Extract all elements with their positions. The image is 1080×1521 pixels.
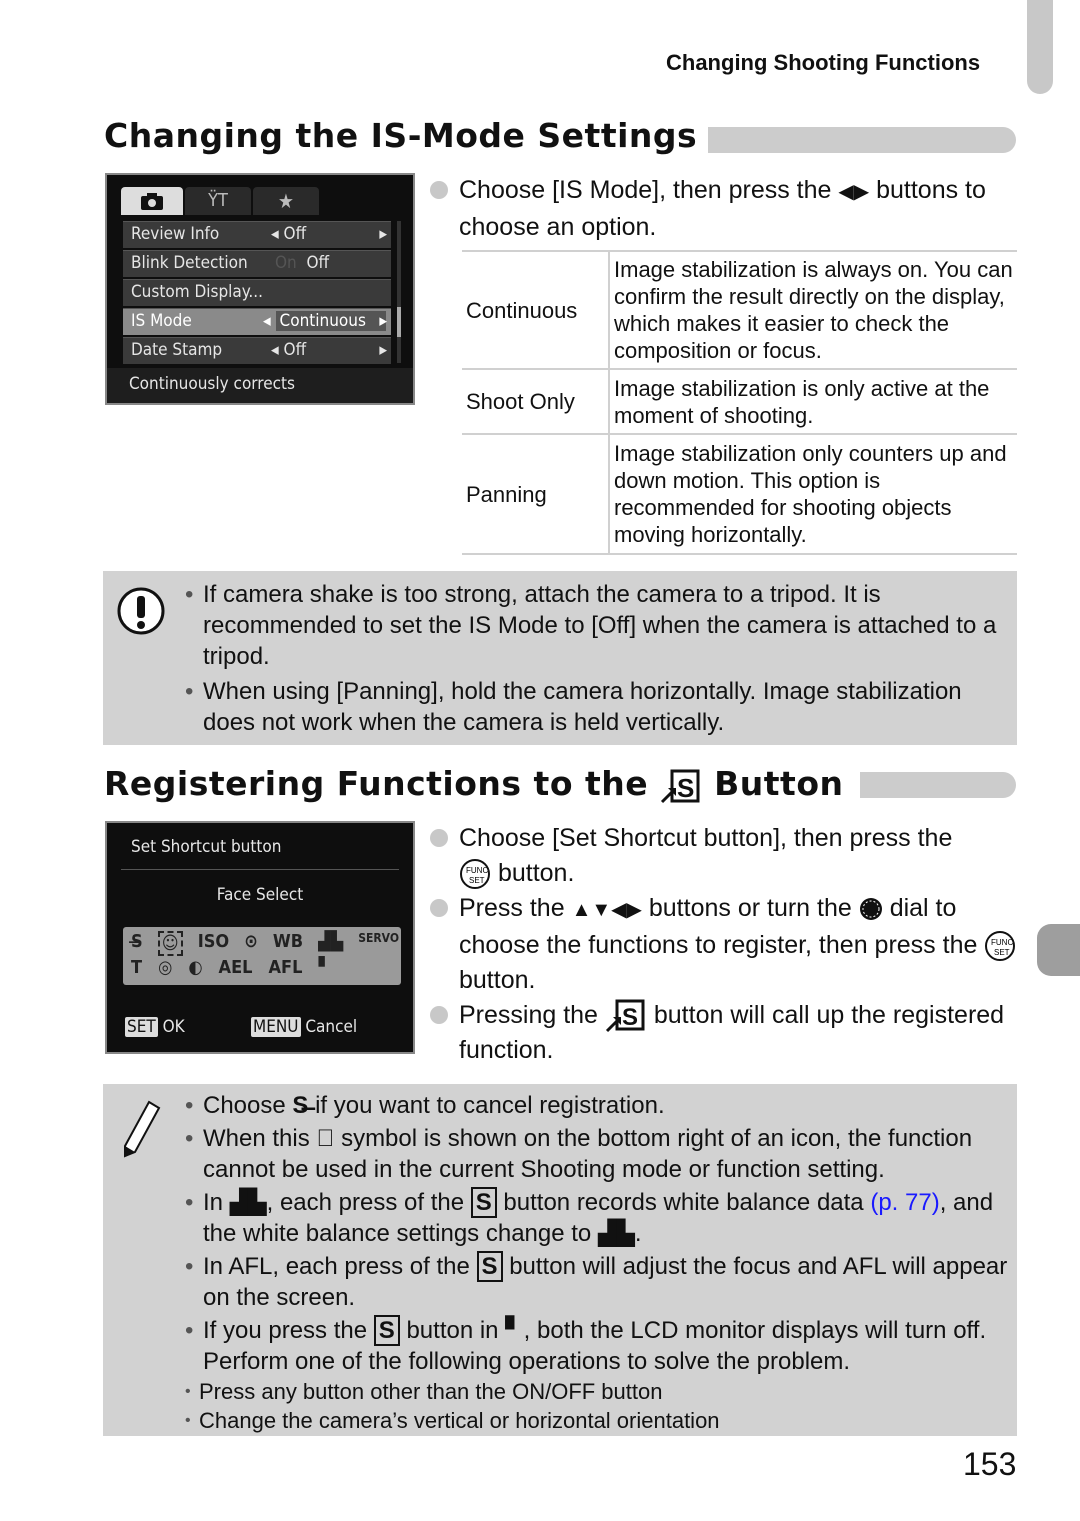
table-row: Panning Image stabilization only counters… xyxy=(462,433,1017,555)
memo-subitem: Change the camera’s vertical or horizont… xyxy=(183,1406,1013,1435)
menu-row-blink-detection: Blink Detection On Off xyxy=(123,250,391,277)
selected-function-label: Face Select xyxy=(216,885,304,905)
cancel-hint: MENU Cancel xyxy=(251,1017,358,1037)
menu-row-custom-display: Custom Display... xyxy=(123,279,391,306)
page-number: 153 xyxy=(963,1446,1017,1482)
step-bullet xyxy=(430,181,448,199)
svg-text:SET: SET xyxy=(994,948,1010,957)
ael-icon: AEL xyxy=(218,957,253,978)
camera-menu-screenshot: ΫT ★ Review Info ◂ Off ▸ Blink Detection On… xyxy=(105,173,415,405)
face-select-icon: ☺ xyxy=(157,931,183,956)
red-eye-icon: ◎ xyxy=(158,957,173,978)
running-header: Changing Shooting Functions xyxy=(666,50,981,75)
caution-item: When using [Panning], hold the camera ho… xyxy=(183,676,1003,738)
cancel-shortcut-icon: S̶ xyxy=(292,1092,309,1119)
caution-box: If camera shake is too strong, attach th… xyxy=(103,571,1017,745)
display-off-icon: ▘ xyxy=(318,957,331,978)
afl-icon: AFL xyxy=(268,957,303,978)
memo-item: In AFL, each press of the S button will … xyxy=(183,1251,1013,1313)
iso-icon: ISO xyxy=(197,931,230,952)
divider xyxy=(121,869,399,870)
tools-icon: ΫT xyxy=(185,187,251,215)
svg-text:FUNC: FUNC xyxy=(466,866,488,875)
shortcut-button-icon: S xyxy=(661,769,700,803)
title-bar-decoration xyxy=(708,127,1016,153)
star-icon: ★ xyxy=(253,187,319,215)
menu-row-date-stamp: Date Stamp ◂ Off ▸ xyxy=(123,337,391,364)
shortcut-button-icon: S xyxy=(470,1187,497,1218)
svg-text:FUNC: FUNC xyxy=(991,938,1013,947)
menu-hint-text: Continuously corrects xyxy=(129,374,295,394)
white-balance-icon: WB xyxy=(272,931,304,952)
func-set-button-icon: FUNCSET xyxy=(985,931,1016,962)
screen-title: Set Shortcut button xyxy=(131,837,282,857)
is-mode-options-table: Continuous Image stabilization is always … xyxy=(462,250,1017,555)
custom-wb-icon: ▟▙ xyxy=(229,1189,267,1216)
custom-wb-icon: ▟▙ xyxy=(597,1220,635,1247)
camera-icon xyxy=(141,193,163,210)
memo-box: Choose S̶ if you want to cancel registra… xyxy=(103,1084,1017,1436)
memo-subitem: Press any button other than the ON/OFF b… xyxy=(183,1377,1013,1406)
svg-text:S: S xyxy=(677,773,695,803)
tab-camera xyxy=(121,187,183,215)
step-choose-is-mode: Choose [IS Mode], then press the ◀▶ butt… xyxy=(430,173,1020,245)
step-item: Choose [Set Shortcut button], then press… xyxy=(430,821,1020,891)
table-row: Shoot Only Image stabilization is only ac… xyxy=(462,368,1017,435)
metering-icon: ⊙ xyxy=(244,931,258,952)
shortcut-steps: Choose [Set Shortcut button], then press… xyxy=(430,821,1020,1068)
afl-icon: AFL xyxy=(842,1253,886,1280)
shortcut-button-icon: S xyxy=(605,999,645,1033)
func-set-button-icon: FUNCSET xyxy=(460,859,490,890)
title-bar-decoration xyxy=(860,772,1016,798)
servo-af-icon: SERVO xyxy=(358,931,399,945)
menu-hint-bar: Continuously corrects xyxy=(107,368,413,403)
memo-item: When this ⃠ symbol is shown on the botto… xyxy=(183,1123,1013,1185)
step-item: Pressing the S button will call up the r… xyxy=(430,998,1020,1068)
display-off-icon: ▘ xyxy=(505,1317,524,1344)
section-title-shortcut: Registering Functions to the S Button xyxy=(104,764,844,803)
control-dial-icon xyxy=(859,898,882,921)
left-right-arrows-icon: ◀▶ xyxy=(838,181,870,203)
menu-row-is-mode: IS Mode ◂ Continuous ▸ xyxy=(123,308,391,335)
ok-hint: SET OK xyxy=(125,1017,185,1037)
shortcut-button-icon: S xyxy=(373,1315,400,1346)
set-shortcut-screenshot: Set Shortcut button Face Select S̶ ☺ ISO… xyxy=(105,821,415,1054)
svg-text:S: S xyxy=(622,1004,638,1031)
svg-text:SET: SET xyxy=(469,876,485,885)
afl-icon: AFL xyxy=(228,1253,273,1280)
section-title-is-mode: Changing the IS-Mode Settings xyxy=(104,116,698,155)
cancel-shortcut-icon: S̶ xyxy=(131,931,143,952)
step-item: Press the ▲▼◀▶ buttons or turn the dial … xyxy=(430,891,1020,998)
pencil-icon xyxy=(124,1100,161,1158)
shortcut-button-icon: S xyxy=(476,1251,503,1282)
page-link-77[interactable]: (p. 77) xyxy=(870,1189,939,1216)
four-way-arrows-icon: ▲▼◀▶ xyxy=(571,899,642,921)
chapter-tab-top xyxy=(1027,0,1053,94)
memo-item: In ▟▙, each press of the S button record… xyxy=(183,1187,1013,1249)
memo-item: Choose S̶ if you want to cancel registra… xyxy=(183,1090,1013,1121)
memo-item: If you press the S button in ▘, both the… xyxy=(183,1315,1013,1377)
caution-icon xyxy=(117,587,165,635)
custom-wb-icon: ▟▙ xyxy=(318,931,344,952)
menu-scrollbar xyxy=(397,221,401,363)
i-contrast-icon: ◐ xyxy=(188,957,203,978)
chapter-tab-marker xyxy=(1037,924,1080,976)
table-row: Continuous Image stabilization is always … xyxy=(462,250,1017,370)
tracking-af-icon: T xyxy=(131,957,143,978)
function-grid: S̶ ☺ ISO ⊙ WB ▟▙ SERVO T ◎ ◐ AEL AFL ▘ xyxy=(123,927,401,985)
caution-item: If camera shake is too strong, attach th… xyxy=(183,579,1003,672)
menu-row-review-info: Review Info ◂ Off ▸ xyxy=(123,221,391,248)
